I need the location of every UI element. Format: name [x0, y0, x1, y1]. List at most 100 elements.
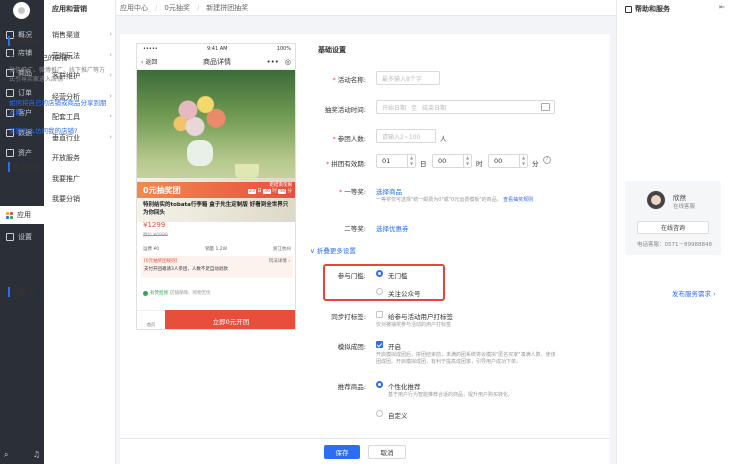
days-unit: 日 [420, 160, 427, 168]
shipping-fee: 运费 ¥0 [143, 247, 160, 252]
sub-nav-label: 销售渠道 [52, 31, 80, 39]
simulate-checkbox[interactable] [376, 341, 383, 348]
recommend-hint: 基于用户行为智能推荐合适的商品，提升用户购买转化。 [388, 392, 514, 398]
sync-tag-label: 同步打标签: [331, 313, 366, 321]
select-coupon-link[interactable]: 选择优惠券 [376, 223, 409, 233]
post-demand-link[interactable]: 发布服务需求 › [672, 288, 716, 298]
signal-text: ••••• [143, 46, 158, 52]
phone-time: 9:41 AM [206, 46, 228, 52]
simulate-label: 模拟成团: [337, 343, 366, 351]
original-price: 原价 ¥6999 [143, 233, 168, 238]
countdown-unit: 时 [272, 189, 277, 194]
more-icon[interactable]: ••• [267, 58, 279, 66]
lottery-time-label: 抽奖活动时间: [324, 106, 366, 114]
first-prize-hint: 一等奖仅可选择"统一邮费为0"或"0元运费模板"的商品。 查看抽奖规则 [376, 197, 534, 203]
simulate-hint: 开启模拟成团后，拼团结束前，未满的团系统将会模拟"匿名买家"凑满人数，使该 团成团… [376, 352, 556, 365]
collapse-panel-icon[interactable]: ⇤ [719, 3, 725, 11]
group-size-input[interactable]: 请输入2~100 [376, 129, 436, 143]
breadcrumb-item[interactable]: 应用中心 [120, 3, 148, 13]
help-icon [625, 5, 632, 13]
banner-title: 0元抽奖团 [143, 186, 181, 195]
breadcrumb-separator: / [155, 3, 158, 12]
chevron-right-icon: › [109, 112, 112, 120]
agent-name: 欣然 [673, 194, 686, 202]
phone-nav-bar: ‹ 返回 商品详情 ••• ◎ [137, 54, 295, 70]
recommend-personal-radio[interactable] [376, 381, 383, 388]
rules-title: [0元抽奖团规则] [144, 259, 178, 264]
recommend-custom-radio[interactable] [376, 410, 383, 417]
hours-unit: 时 [476, 160, 483, 168]
countdown-unit: 日 [257, 189, 262, 194]
date-separator: 至 [411, 104, 418, 112]
order-icon [6, 89, 14, 97]
collapse-settings-toggle[interactable]: ∨ 折叠更多设置 [310, 245, 356, 255]
avatar [647, 191, 665, 209]
select-product-link[interactable]: 选择商品 [376, 186, 402, 196]
section-title: 基础设置 [318, 46, 346, 54]
sub-nav-item[interactable]: 我要分销 [52, 194, 112, 204]
shop-logo[interactable] [13, 2, 30, 19]
sub-nav-item[interactable]: 销售渠道 › [52, 30, 112, 40]
rail-item-apps[interactable]: 应用 [0, 206, 44, 224]
consult-button[interactable]: 在线咨询 [637, 221, 709, 234]
breadcrumb-current: 新建拼团抽奖 [206, 3, 249, 12]
group-size-label: * 参团人数: [332, 135, 366, 143]
recommend-personal-label: 个性化推荐 [388, 383, 421, 391]
help-link[interactable]: 如何将自己的店铺或商品分享到朋友圈? [9, 99, 109, 117]
sub-nav-label: 我要分销 [52, 195, 80, 203]
help-link[interactable]: 买家怎么访问我的店铺? [9, 127, 109, 136]
phone-page-title: 商品详情 [203, 57, 231, 66]
chevron-right-icon: › [109, 71, 112, 79]
rail-item-asset[interactable]: 资产 [0, 144, 44, 162]
cancel-button[interactable]: 取消 [368, 445, 406, 459]
rail-item-settings[interactable]: 设置 [0, 228, 44, 246]
sub-nav-item[interactable]: 开放服务 [52, 153, 112, 163]
end-date: 结束日期 [422, 104, 447, 112]
chevron-right-icon: › [109, 50, 112, 59]
recommend-label: 推荐商品: [337, 383, 366, 391]
rules-text: 支付开团邀请3人参团，人数不足自动退款 [144, 267, 228, 272]
sub-nav-item[interactable]: 我要推广 [52, 174, 112, 184]
service-card: 欣然 在线客服 在线咨询 电话客服：0571－89988848 [625, 181, 721, 255]
ship-from: 浙江杭州 [273, 247, 291, 252]
help-panel-title: 帮助和服务 [625, 4, 670, 14]
settings-icon [6, 233, 14, 241]
chevron-down-icon: ∨ [310, 247, 315, 255]
chevron-right-icon: › [109, 91, 112, 100]
breadcrumb-item[interactable]: 0元抽奖 [164, 3, 189, 13]
service-window-title: 服务窗口 [8, 162, 41, 172]
phone-status-bar: ••••• 9:41 AM 100% [137, 44, 295, 54]
back-label: 返回 [145, 59, 158, 66]
help-answer: 微信推广、微博推广、线下推广等方式引导买家进入店铺 [9, 67, 106, 83]
target-icon[interactable]: ◎ [285, 58, 291, 66]
service-phone: 电话客服：0571－89988848 [637, 242, 712, 248]
sync-tag-checkbox[interactable] [376, 311, 383, 318]
validity-minutes-stepper[interactable]: 00 ▲ ▼ [488, 154, 528, 168]
bell-icon[interactable]: ♫ [33, 450, 40, 460]
rules-box: [0元抽奖团规则] 玩法详情 › 支付开团邀请3人参团，人数不足自动退款 [141, 256, 293, 278]
battery-text: 100% [276, 46, 291, 52]
recommend-custom-label: 自定义 [388, 412, 408, 420]
search-icon[interactable]: ⌕ [4, 450, 8, 460]
chevron-right-icon: › [109, 30, 112, 38]
rules-link[interactable]: 玩法详情 › [269, 258, 290, 266]
lottery-rules-link[interactable]: 查看抽奖规则 [503, 197, 533, 203]
minutes-unit: 分 [532, 160, 539, 168]
validity-days-stepper[interactable]: 01 ▲ ▼ [376, 154, 416, 168]
start-group-button[interactable]: 立即0元开团 [165, 310, 295, 329]
sync-tag-option: 给参与活动用户打标签 [388, 313, 453, 321]
lottery-banner: 0元抽奖团 距结束仅剩 23 日 36 时 48 分 [137, 182, 295, 198]
product-price: ¥1299 [143, 221, 166, 229]
back-button[interactable]: ‹ 返回 [141, 57, 157, 66]
phone-preview: ••••• 9:41 AM 100% ‹ 返回 商品详情 ••• ◎ 0元抽奖团 … [136, 43, 296, 330]
help-icon[interactable]: ? [543, 156, 551, 164]
save-button[interactable]: 保存 [324, 445, 360, 459]
phone-bottom-bar: 首页 立即0元开团 [137, 310, 295, 329]
validity-hours-stepper[interactable]: 00 ▲ ▼ [432, 154, 472, 168]
activity-name-input[interactable]: 最多输入8个字 [376, 71, 440, 85]
help-question: 如何推广自己的店铺? [9, 54, 71, 62]
rail-item-label: 应用 [17, 211, 31, 219]
home-button[interactable]: 首页 [137, 310, 165, 329]
date-range-picker[interactable]: 开始日期 至 结束日期 [376, 100, 555, 114]
start-date: 开始日期 [382, 104, 407, 112]
